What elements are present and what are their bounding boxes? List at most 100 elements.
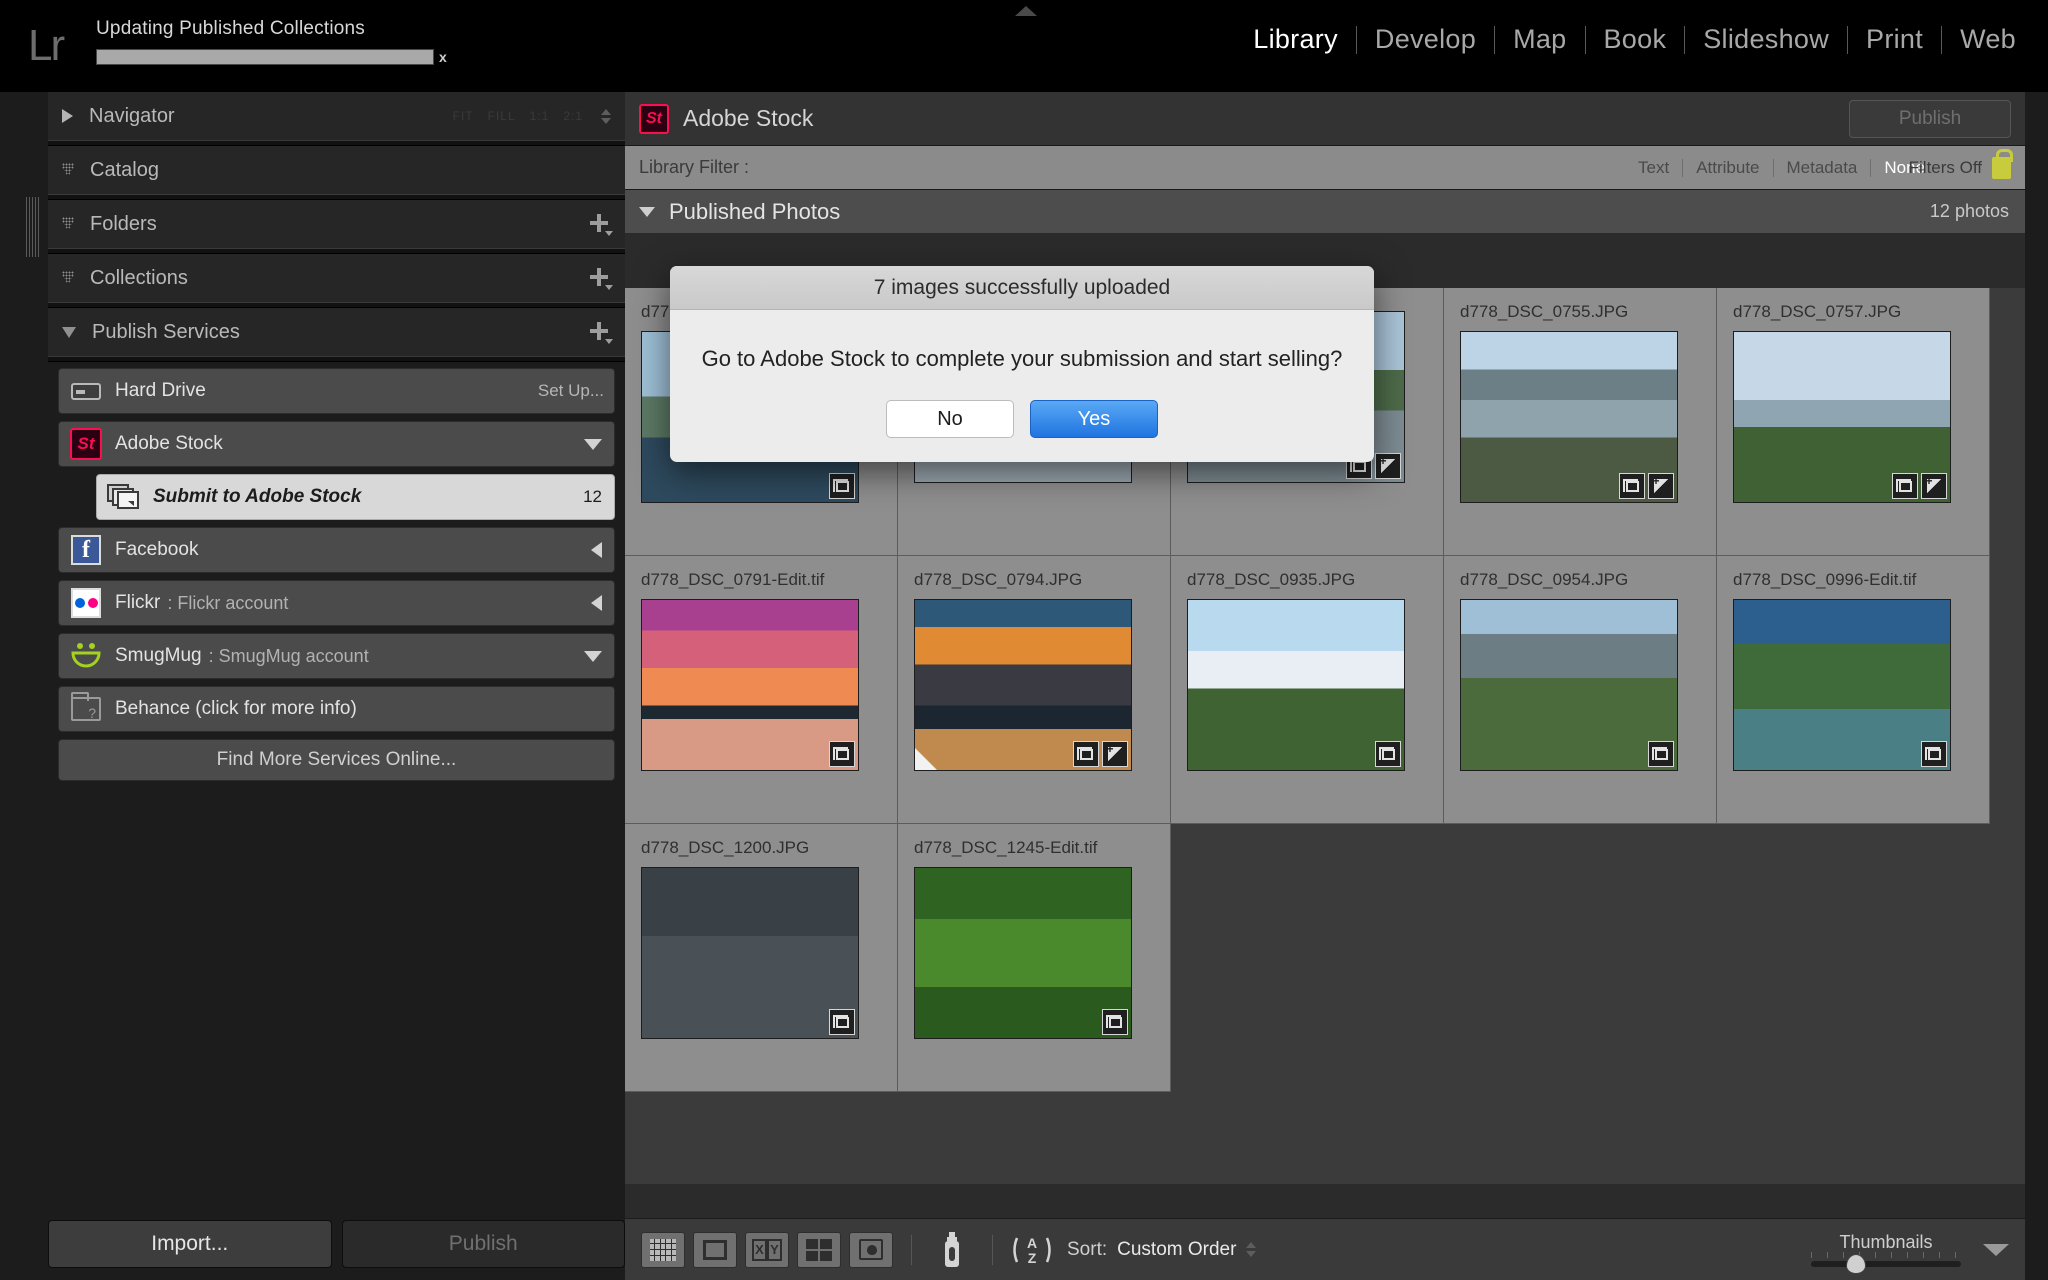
filter-text[interactable]: Text (1625, 158, 1682, 178)
progress-cancel-button[interactable]: x (439, 50, 447, 64)
chevron-right-icon[interactable] (591, 542, 602, 558)
library-filter-options: Text Attribute Metadata None (1625, 158, 1938, 178)
chevron-down-icon[interactable] (639, 206, 655, 217)
publish-service-behance-click-for-more-info[interactable]: Behance (click for more info) (58, 686, 615, 732)
panel-grip[interactable] (26, 197, 40, 257)
grid-view-icon[interactable] (641, 1231, 685, 1268)
toolbar-collapse-icon[interactable] (1983, 1243, 2009, 1256)
publish-button[interactable]: Publish (341, 1220, 625, 1268)
publish-top-button[interactable]: Publish (1849, 99, 2011, 138)
compare-view-icon[interactable]: XY (745, 1231, 789, 1268)
zoom-fit[interactable]: FIT (453, 109, 474, 123)
grid-cell[interactable]: d778_DSC_1200.JPG (625, 824, 898, 1092)
stack-badge-icon[interactable] (1892, 473, 1918, 499)
zoom-stepper[interactable] (601, 108, 611, 124)
module-book[interactable]: Book (1586, 24, 1685, 55)
thumbnail-image[interactable] (641, 867, 859, 1039)
module-print[interactable]: Print (1848, 24, 1941, 55)
thumbnail-image[interactable] (1187, 599, 1405, 771)
spray-can-icon[interactable] (930, 1231, 974, 1268)
disclosure-triangle-icon[interactable] (62, 271, 74, 285)
filters-off-label[interactable]: Filters Off (1909, 158, 1982, 178)
thumbnail-image[interactable] (641, 599, 859, 771)
add-publish services-button[interactable] (589, 321, 613, 344)
grid-cell[interactable]: d778_DSC_0757.JPG (1717, 288, 1990, 556)
grid-cell[interactable]: d778_DSC_0996-Edit.tif (1717, 556, 1990, 824)
filter-metadata[interactable]: Metadata (1774, 158, 1871, 178)
stack-badge-icon[interactable] (1921, 741, 1947, 767)
thumbnail-image[interactable] (1460, 331, 1678, 503)
people-view-icon[interactable] (849, 1231, 893, 1268)
thumbnail-badges (829, 741, 855, 767)
adjustment-badge-icon[interactable] (1102, 741, 1128, 767)
publish-service-submit-to-adobe-stock[interactable]: Submit to Adobe Stock 12 (96, 474, 615, 520)
grid-cell-empty (1717, 824, 1990, 1092)
sort-az-icon[interactable]: AZ (1011, 1232, 1053, 1268)
thumbnail-size-slider[interactable] (1811, 1252, 1961, 1274)
chevron-right-icon[interactable] (591, 595, 602, 611)
import-button[interactable]: Import... (48, 1220, 332, 1268)
zoom-fill[interactable]: FILL (488, 109, 516, 123)
module-develop[interactable]: Develop (1357, 24, 1494, 55)
module-library[interactable]: Library (1235, 24, 1356, 55)
chevron-down-icon[interactable] (584, 650, 602, 662)
stack-badge-icon[interactable] (829, 473, 855, 499)
grid-cell[interactable]: d778_DSC_0794.JPG (898, 556, 1171, 824)
thumbnail-image[interactable] (914, 599, 1132, 771)
thumbnail-image[interactable] (914, 867, 1132, 1039)
sort-stepper[interactable] (1246, 1242, 1257, 1257)
slider-handle[interactable] (1846, 1254, 1866, 1274)
stack-badge-icon[interactable] (1102, 1009, 1128, 1035)
stack-badge-icon[interactable] (829, 1009, 855, 1035)
disclosure-triangle-icon[interactable] (62, 217, 74, 231)
panel-header-navigator[interactable]: Navigator FIT FILL 1:1 2:1 (48, 92, 625, 140)
adjustment-badge-icon[interactable] (1921, 473, 1947, 499)
loupe-view-icon[interactable] (693, 1231, 737, 1268)
disclosure-triangle-icon[interactable] (62, 109, 73, 123)
zoom-1-1[interactable]: 1:1 (530, 109, 550, 123)
chevron-down-icon[interactable] (584, 438, 602, 450)
add-folders-button[interactable] (589, 213, 613, 236)
survey-view-icon[interactable] (797, 1231, 841, 1268)
publish-service-smugmug[interactable]: SmugMug : SmugMug account (58, 633, 615, 679)
dialog-yes-button[interactable]: Yes (1030, 400, 1158, 438)
panel-header-collections[interactable]: Collections (48, 254, 625, 302)
panel-header-publish-services[interactable]: Publish Services (48, 308, 625, 356)
panel-header-folders[interactable]: Folders (48, 200, 625, 248)
find-more-services-button[interactable]: Find More Services Online... (58, 739, 615, 781)
module-slideshow[interactable]: Slideshow (1685, 24, 1847, 55)
filter-attribute[interactable]: Attribute (1683, 158, 1772, 178)
module-web[interactable]: Web (1942, 24, 2034, 55)
grid-cell[interactable]: d778_DSC_1245-Edit.tif (898, 824, 1171, 1092)
publish-service-hard-drive[interactable]: Hard Drive Set Up... (58, 368, 615, 414)
adjustment-badge-icon[interactable] (1648, 473, 1674, 499)
library-filter-bar: Library Filter : Text Attribute Metadata No… (625, 146, 2025, 190)
dialog-no-button[interactable]: No (886, 400, 1014, 438)
publish-service-flickr[interactable]: Flickr : Flickr account (58, 580, 615, 626)
stack-badge-icon[interactable] (829, 741, 855, 767)
stack-badge-icon[interactable] (1073, 741, 1099, 767)
stack-badge-icon[interactable] (1619, 473, 1645, 499)
grid-cell[interactable]: d778_DSC_0755.JPG (1444, 288, 1717, 556)
thumbnail-image[interactable] (1460, 599, 1678, 771)
lock-icon[interactable] (1992, 148, 2013, 179)
top-panel-toggle-arrow[interactable] (1015, 6, 1037, 16)
grid-cell[interactable]: d778_DSC_0935.JPG (1171, 556, 1444, 824)
panel-header-catalog[interactable]: Catalog (48, 146, 625, 194)
publish-service-facebook[interactable]: f Facebook (58, 527, 615, 573)
grid-cell[interactable]: d778_DSC_0954.JPG (1444, 556, 1717, 824)
adjustment-badge-icon[interactable] (1375, 453, 1401, 479)
publish-service-adobe-stock[interactable]: St Adobe Stock (58, 421, 615, 467)
add-collections-button[interactable] (589, 267, 613, 290)
set-up-button[interactable]: Set Up... (538, 381, 604, 401)
disclosure-triangle-icon[interactable] (62, 163, 74, 177)
zoom-2-1[interactable]: 2:1 (563, 109, 583, 123)
grid-cell[interactable]: d778_DSC_0791-Edit.tif (625, 556, 898, 824)
disclosure-triangle-icon[interactable] (62, 326, 76, 338)
module-map[interactable]: Map (1495, 24, 1584, 55)
stack-badge-icon[interactable] (1648, 741, 1674, 767)
stack-badge-icon[interactable] (1375, 741, 1401, 767)
sort-value[interactable]: Custom Order (1117, 1239, 1236, 1261)
thumbnail-image[interactable] (1733, 599, 1951, 771)
thumbnail-image[interactable] (1733, 331, 1951, 503)
